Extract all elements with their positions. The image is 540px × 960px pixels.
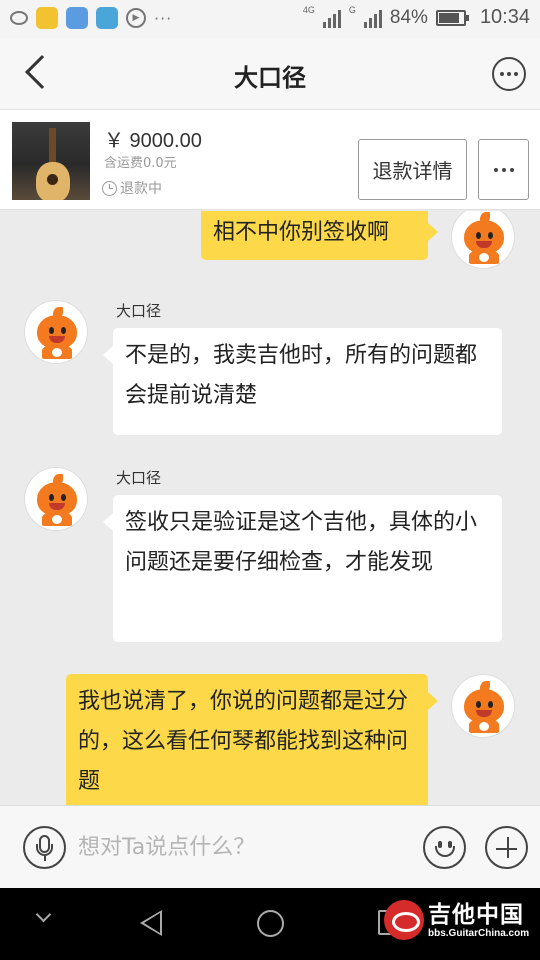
microphone-leg [43, 856, 46, 861]
contact-avatar[interactable] [24, 467, 88, 531]
avatar-belly [52, 348, 62, 357]
dot-icon [501, 167, 506, 172]
signal-icon [363, 8, 382, 28]
avatar-belly [479, 722, 489, 731]
clock-icon [102, 180, 117, 196]
page-title: 大口径 [234, 64, 306, 92]
more-notifications-icon: ··· [154, 8, 173, 28]
guitarchina-logo-icon [384, 900, 424, 940]
nav-home-icon[interactable] [257, 910, 284, 937]
avatar-belly [479, 253, 489, 262]
emoji-button[interactable] [423, 826, 466, 869]
play-notification-icon: ▶ [126, 8, 146, 28]
more-options-button[interactable] [492, 57, 526, 91]
message-bubble[interactable]: 相不中你别签收啊 [201, 211, 438, 260]
network-type-2: G [348, 4, 356, 15]
microphone-stand [36, 844, 53, 856]
order-status: 退款中 [102, 178, 162, 198]
avatar-eye [476, 701, 481, 708]
product-summary: ￥ 9000.00 含运费0.0元 退款中 退款详情 [0, 110, 540, 210]
avatar-eye [488, 701, 493, 708]
notification-icons: ▶ ··· [10, 7, 172, 29]
status-bar: ▶ ··· 4G G 84% 10:34 [0, 0, 540, 38]
app-notification-icon [66, 7, 88, 29]
sender-name: 大口径 [116, 302, 162, 320]
avatar-eye [488, 232, 493, 239]
voice-input-button[interactable] [23, 826, 66, 869]
watermark-title: 吉他中国 [428, 901, 524, 928]
sender-name: 大口径 [116, 469, 162, 487]
avatar-head [37, 482, 77, 516]
product-thumbnail[interactable] [12, 122, 90, 200]
product-more-button[interactable] [478, 139, 529, 200]
avatar-eye [49, 494, 54, 501]
dot-icon [493, 167, 498, 172]
message-bubble[interactable]: 不是的，我卖吉他时，所有的问题都会提前说清楚 [103, 328, 502, 435]
guitar-soundhole [47, 174, 58, 185]
watermark: 吉他中国 bbs.GuitarChina.com [384, 900, 529, 940]
guitar-neck [49, 128, 56, 166]
app-notification-icon [36, 7, 58, 29]
refund-details-button[interactable]: 退款详情 [358, 139, 467, 200]
system-indicators: 4G G 84% 10:34 [302, 4, 530, 29]
signal-icon [322, 8, 341, 28]
message-text: 相不中你别签收啊 [213, 220, 390, 245]
nav-back-icon-inner [144, 913, 160, 933]
hide-keyboard-icon[interactable] [35, 906, 52, 923]
emoji-smile [435, 846, 455, 857]
app-notification-icon [96, 7, 118, 29]
message-text: 不是的，我卖吉他时，所有的问题都会提前说清楚 [125, 343, 478, 408]
add-attachment-button[interactable] [485, 826, 528, 869]
watermark-text: 吉他中国 bbs.GuitarChina.com [428, 902, 529, 939]
message-input-bar [0, 805, 540, 888]
avatar-belly [52, 515, 62, 524]
contact-avatar[interactable] [24, 300, 88, 364]
avatar-eye [49, 327, 54, 334]
order-status-label: 退款中 [120, 181, 162, 197]
message-text: 签收只是验证是这个吉他，具体的小问题还是要仔细检查，才能发现 [125, 510, 478, 575]
dot-icon [500, 72, 504, 76]
avatar-eye [61, 327, 66, 334]
dot-icon [509, 167, 514, 172]
product-price: ￥ 9000.00 [104, 130, 202, 152]
battery-percent: 84% [389, 6, 428, 28]
battery-icon [435, 9, 469, 26]
message-bubble[interactable]: 签收只是验证是这个吉他，具体的小问题还是要仔细检查，才能发现 [103, 495, 502, 642]
dot-icon [507, 72, 511, 76]
avatar-head [464, 689, 504, 723]
shipping-fee: 含运费0.0元 [104, 156, 177, 171]
avatar-eye [61, 494, 66, 501]
my-avatar[interactable] [451, 211, 515, 269]
dot-icon [514, 72, 518, 76]
message-bubble[interactable]: 我也说清了，你说的问题都是过分的，这么看任何琴都能找到这种问题 [66, 674, 438, 805]
chat-area[interactable]: 相不中你别签收啊 大口径 不是的，我卖吉他时，所有的问题都会提前说清楚 大口径 … [0, 211, 540, 805]
watermark-url: bbs.GuitarChina.com [428, 927, 530, 939]
title-bar: 大口径 [0, 38, 540, 110]
my-avatar[interactable] [451, 674, 515, 738]
message-text: 我也说清了，你说的问题都是过分的，这么看任何琴都能找到这种问题 [78, 689, 409, 794]
avatar-head [464, 220, 504, 254]
avatar-head [37, 315, 77, 349]
avatar-eye [476, 232, 481, 239]
network-type: 4G [302, 4, 315, 15]
chat-notification-icon [10, 11, 28, 25]
message-input[interactable] [78, 826, 408, 869]
clock: 10:34 [479, 6, 530, 28]
system-nav-bar: 吉他中国 bbs.GuitarChina.com [0, 888, 540, 960]
